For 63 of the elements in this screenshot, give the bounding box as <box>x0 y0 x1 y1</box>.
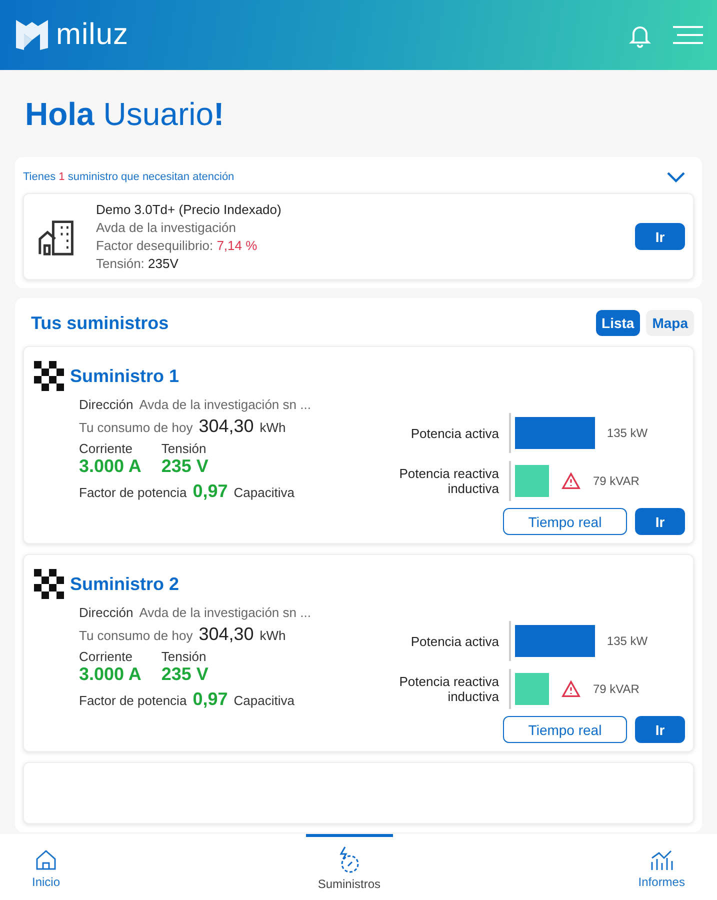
home-icon <box>34 848 58 872</box>
supply-title: Demo 3.0Td+ (Precio Indexado) <box>96 202 282 217</box>
power-factor-value: 0,97 <box>192 689 228 710</box>
power-reading: 79 kVAR <box>593 474 640 488</box>
power-label: Potencia reactiva inductiva <box>398 674 499 704</box>
voltage-label: Tensión <box>161 649 208 664</box>
current-value: 3.000 A <box>79 664 142 685</box>
voltage-label: Tensión: <box>96 256 144 271</box>
supply-address: Avda de la investigación <box>96 220 237 235</box>
supply-name[interactable]: Suministro 1 <box>70 366 180 386</box>
nav-tab[interactable]: Informes <box>626 834 697 900</box>
nav-tab[interactable]: Inicio <box>20 834 72 900</box>
alert-message: Tienes 1 suministro que necesitan atención <box>23 171 234 183</box>
checkered-icon <box>34 361 64 391</box>
power-reading: 135 kW <box>606 634 648 648</box>
power-reading: 79 kVAR <box>593 682 640 696</box>
power-factor-label: Factor de potencia <box>79 485 187 500</box>
voltage-label: Tensión <box>161 441 208 456</box>
current-value: 3.000 A <box>79 456 142 477</box>
current-label: Corriente <box>79 649 134 664</box>
brand-name: miluz <box>56 18 129 52</box>
power-factor-type: Capacitiva <box>234 485 294 500</box>
real-time-button[interactable]: Tiempo real <box>503 716 627 743</box>
building-icon <box>38 218 76 256</box>
address-label: Dirección <box>79 397 134 412</box>
consumption-value: 304,30 <box>198 416 254 437</box>
go-button[interactable]: Ir <box>635 223 685 250</box>
supply-name[interactable]: Suministro 2 <box>70 574 180 594</box>
power-label: Potencia activa <box>410 634 499 648</box>
power-label: Potencia activa <box>410 426 499 440</box>
power-factor-type: Capacitiva <box>234 693 294 708</box>
go-button[interactable]: Ir <box>635 716 685 743</box>
power-reading: 135 kW <box>606 426 648 440</box>
lightning-gauge-icon <box>337 846 362 874</box>
view-toggle[interactable]: Lista <box>596 310 640 336</box>
power-factor-label: Factor de potencia <box>79 693 187 708</box>
power-label: Potencia reactiva inductiva <box>398 466 499 496</box>
imbalance-value: 7,14 % <box>216 238 258 253</box>
voltage-value: 235 V <box>161 456 208 477</box>
menu-icon[interactable] <box>673 25 703 45</box>
go-button[interactable]: Ir <box>635 508 685 535</box>
address-value: Avda de la investigación sn ... <box>139 605 311 620</box>
nav-tab[interactable]: Suministros <box>306 834 392 900</box>
chart-icon <box>648 848 675 872</box>
address-value: Avda de la investigación sn ... <box>139 397 311 412</box>
consumption-unit: kWh <box>260 628 286 643</box>
power-factor-value: 0,97 <box>192 481 228 502</box>
logo-icon <box>14 18 50 52</box>
greeting-title: Hola Usuario! <box>25 96 226 133</box>
section-title: Tus suministros <box>31 312 169 334</box>
current-label: Corriente <box>79 441 134 456</box>
address-label: Dirección <box>79 605 134 620</box>
real-time-button[interactable]: Tiempo real <box>503 508 627 535</box>
view-toggle[interactable]: Mapa <box>646 310 694 336</box>
voltage-value: 235 V <box>161 664 208 685</box>
checkered-icon <box>34 569 64 599</box>
consumption-label: Tu consumo de hoy <box>79 628 193 643</box>
collapse-chevron-icon[interactable] <box>666 171 686 183</box>
consumption-unit: kWh <box>260 420 286 435</box>
consumption-value: 304,30 <box>198 624 254 645</box>
voltage-value: 235V <box>148 256 178 271</box>
consumption-label: Tu consumo de hoy <box>79 420 193 435</box>
imbalance-label: Factor desequilibrio: <box>96 238 214 253</box>
